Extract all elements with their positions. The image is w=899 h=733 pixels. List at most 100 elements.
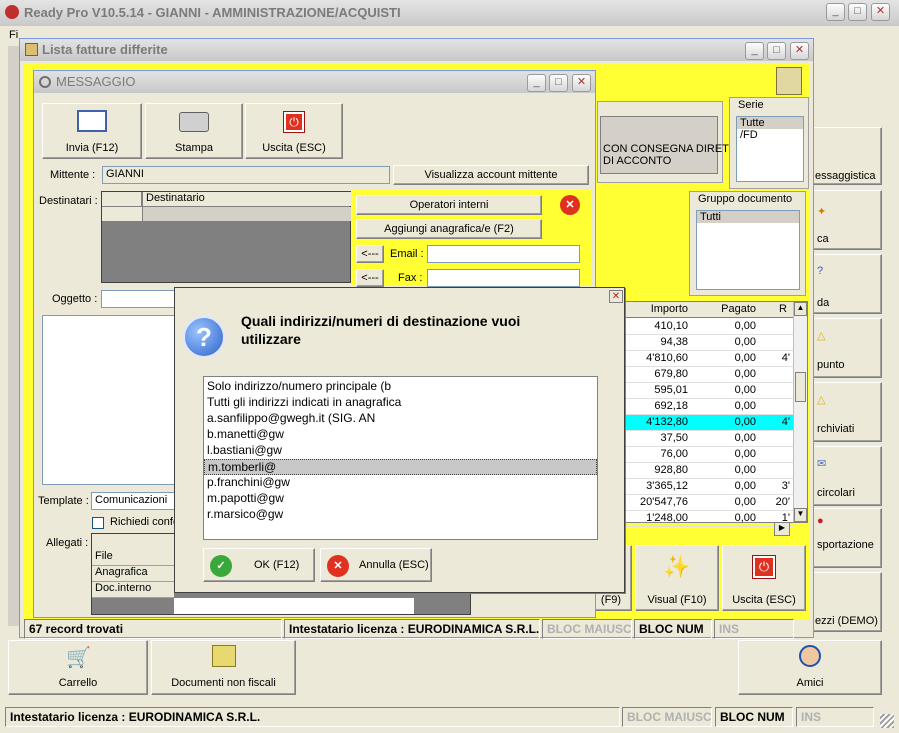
messaggio-minimize-button[interactable]: _ bbox=[527, 74, 546, 92]
table-row[interactable]: 692,18 0,00 bbox=[603, 399, 793, 415]
check-icon: ✓ bbox=[210, 555, 232, 577]
table-cell: 0,00 bbox=[734, 480, 756, 492]
resize-grip-icon[interactable] bbox=[880, 714, 894, 728]
scroll-up-icon[interactable]: ▲ bbox=[794, 302, 807, 316]
da-button[interactable]: ? da bbox=[812, 254, 882, 314]
fatture-uscita-button[interactable]: ⏻ Uscita (ESC) bbox=[722, 545, 806, 611]
fatture-maximize-button[interactable]: □ bbox=[767, 42, 786, 60]
table-row[interactable]: 20'547,76 0,00 20' bbox=[603, 495, 793, 511]
stampa-button[interactable]: Stampa bbox=[145, 103, 243, 159]
allegati-row-doc-interno[interactable]: Doc.interno bbox=[92, 582, 174, 598]
destinazione-option[interactable]: b.manetti@gw bbox=[204, 427, 597, 443]
fax-field[interactable] bbox=[427, 269, 580, 287]
remove-recipient-icon[interactable]: ✕ bbox=[560, 195, 580, 215]
warning-icon: △ bbox=[817, 330, 826, 342]
table-row[interactable]: 3'365,12 0,00 3' bbox=[603, 479, 793, 495]
invia-button[interactable]: Invia (F12) bbox=[42, 103, 142, 159]
serie-label: Serie bbox=[738, 99, 764, 111]
question-icon: ? bbox=[183, 316, 225, 358]
destinazione-option[interactable]: l.bastiani@gw bbox=[204, 443, 597, 459]
table-cell: 0,00 bbox=[734, 432, 756, 444]
email-label: Email : bbox=[390, 248, 424, 260]
message-body[interactable] bbox=[42, 315, 182, 485]
esportazione-button[interactable]: ● sportazione bbox=[812, 508, 882, 568]
serie-list[interactable]: Tutte /FD bbox=[736, 116, 804, 182]
destinazione-option[interactable]: p.franchini@gw bbox=[204, 475, 597, 491]
email-arrow-button[interactable]: <--- bbox=[356, 245, 384, 263]
allegati-row-anagrafica[interactable]: Anagrafica bbox=[92, 566, 174, 582]
amici-button[interactable]: Amici bbox=[738, 640, 882, 695]
fatture-close-button[interactable]: ✕ bbox=[790, 42, 809, 60]
circolari-button[interactable]: ✉ circolari bbox=[812, 446, 882, 506]
serie-item-fd[interactable]: /FD bbox=[737, 129, 803, 141]
destinazione-option[interactable]: Solo indirizzo/numero principale (b bbox=[204, 379, 597, 395]
ca-button[interactable]: ✦ ca bbox=[812, 190, 882, 250]
table-vscrollbar[interactable]: ▲ ▼ bbox=[793, 302, 807, 522]
email-field[interactable] bbox=[427, 245, 580, 263]
gruppo-list[interactable]: Tutti bbox=[696, 210, 800, 290]
table-row[interactable]: 76,00 0,00 bbox=[603, 447, 793, 463]
col-r[interactable]: R bbox=[759, 303, 793, 315]
table-row[interactable]: 94,38 0,00 bbox=[603, 335, 793, 351]
destinazione-list[interactable]: Solo indirizzo/numero principale (b Tutti… bbox=[203, 376, 598, 540]
col-pagato[interactable]: Pagato bbox=[691, 303, 759, 315]
app-close-button[interactable]: ✕ bbox=[871, 3, 890, 21]
destinazione-option[interactable]: Tutti gli indirizzi indicati in anagrafi… bbox=[204, 395, 597, 411]
destinazione-option[interactable]: r.marsico@gw bbox=[204, 507, 597, 523]
destinazione-option[interactable]: m.tomberli@ bbox=[204, 459, 597, 475]
table-cell: 0,00 bbox=[734, 336, 756, 348]
destinatario-col-header[interactable]: Destinatario bbox=[143, 192, 351, 206]
dialog-ok-button[interactable]: ✓ OK (F12) bbox=[203, 548, 315, 582]
destinazione-option[interactable]: a.sanfilippo@gwegh.it (SIG. AN bbox=[204, 411, 597, 427]
fatture-status-records: 67 record trovati bbox=[24, 619, 282, 639]
visual-button[interactable]: ✨ Visual (F10) bbox=[635, 545, 719, 611]
allegati-row-file[interactable]: File bbox=[92, 550, 174, 566]
destinazione-dialog: ✕ ? Quali indirizzi/numeri di destinazio… bbox=[174, 287, 625, 593]
scroll-down-icon[interactable]: ▼ bbox=[794, 508, 807, 522]
prezzi-button[interactable]: ezzi (DEMO) bbox=[812, 572, 882, 632]
messaggistica-button[interactable]: essaggistica bbox=[812, 127, 882, 185]
app-menu-file[interactable]: Fi bbox=[9, 29, 18, 41]
dialog-close-button[interactable]: ✕ bbox=[609, 290, 623, 303]
table-row[interactable]: 410,10 0,00 bbox=[603, 319, 793, 335]
gruppo-label: Gruppo documento bbox=[698, 193, 793, 205]
app-minimize-button[interactable]: _ bbox=[826, 3, 845, 21]
messaggio-uscita-button[interactable]: ⏻ Uscita (ESC) bbox=[245, 103, 343, 159]
messaggio-close-button[interactable]: ✕ bbox=[572, 74, 591, 92]
punto-button[interactable]: △ punto bbox=[812, 318, 882, 378]
table-cell: 0,00 bbox=[734, 352, 756, 364]
documenti-non-fiscali-button[interactable]: Documenti non fiscali bbox=[151, 640, 296, 695]
serie-item-tutte[interactable]: Tutte bbox=[737, 117, 803, 129]
messaggio-maximize-button[interactable]: □ bbox=[549, 74, 568, 92]
table-hscroll-right[interactable]: ▶ bbox=[774, 522, 790, 536]
table-row[interactable]: 1'248,00 0,00 1' bbox=[603, 511, 793, 527]
richiedi-checkbox[interactable] bbox=[92, 517, 104, 529]
archiviati-button[interactable]: △ rchiviati bbox=[812, 382, 882, 442]
fatture-minimize-button[interactable]: _ bbox=[745, 42, 764, 60]
carrello-button[interactable]: 🛒 Carrello bbox=[8, 640, 148, 695]
gruppo-item-tutti[interactable]: Tutti bbox=[697, 211, 799, 223]
table-cell: 4' bbox=[781, 352, 790, 364]
cancel-icon: ✕ bbox=[327, 555, 349, 577]
operatori-interni-button[interactable]: Operatori interni bbox=[356, 195, 542, 215]
fatture-titlebar: Lista fatture differite bbox=[20, 39, 813, 61]
table-row[interactable]: 928,80 0,00 bbox=[603, 463, 793, 479]
main-status-ins: INS bbox=[796, 707, 874, 727]
destinatari-grid[interactable]: Destinatario bbox=[101, 191, 351, 283]
fax-arrow-button[interactable]: <--- bbox=[356, 269, 384, 287]
table-row[interactable]: 37,50 0,00 bbox=[603, 431, 793, 447]
table-row[interactable]: 679,80 0,00 bbox=[603, 367, 793, 383]
app-maximize-button[interactable]: □ bbox=[848, 3, 867, 21]
table-row[interactable]: 595,01 0,00 bbox=[603, 383, 793, 399]
printer-icon bbox=[179, 112, 209, 132]
table-row[interactable]: 4'810,60 0,00 4' bbox=[603, 351, 793, 367]
aggiungi-anagrafica-button[interactable]: Aggiungi anagrafica/e (F2) bbox=[356, 219, 542, 239]
template-label: Template : bbox=[38, 495, 89, 507]
destinazione-option[interactable]: m.papotti@gw bbox=[204, 491, 597, 507]
visualizza-account-button[interactable]: Visualizza account mittente bbox=[393, 165, 589, 185]
scroll-thumb[interactable] bbox=[795, 372, 806, 402]
dialog-annulla-button[interactable]: ✕ Annulla (ESC) bbox=[320, 548, 432, 582]
fatture-window-icon bbox=[25, 43, 38, 56]
table-row[interactable]: 4'132,80 0,00 4' bbox=[603, 415, 793, 431]
template-field[interactable]: Comunicazioni bbox=[91, 492, 181, 510]
